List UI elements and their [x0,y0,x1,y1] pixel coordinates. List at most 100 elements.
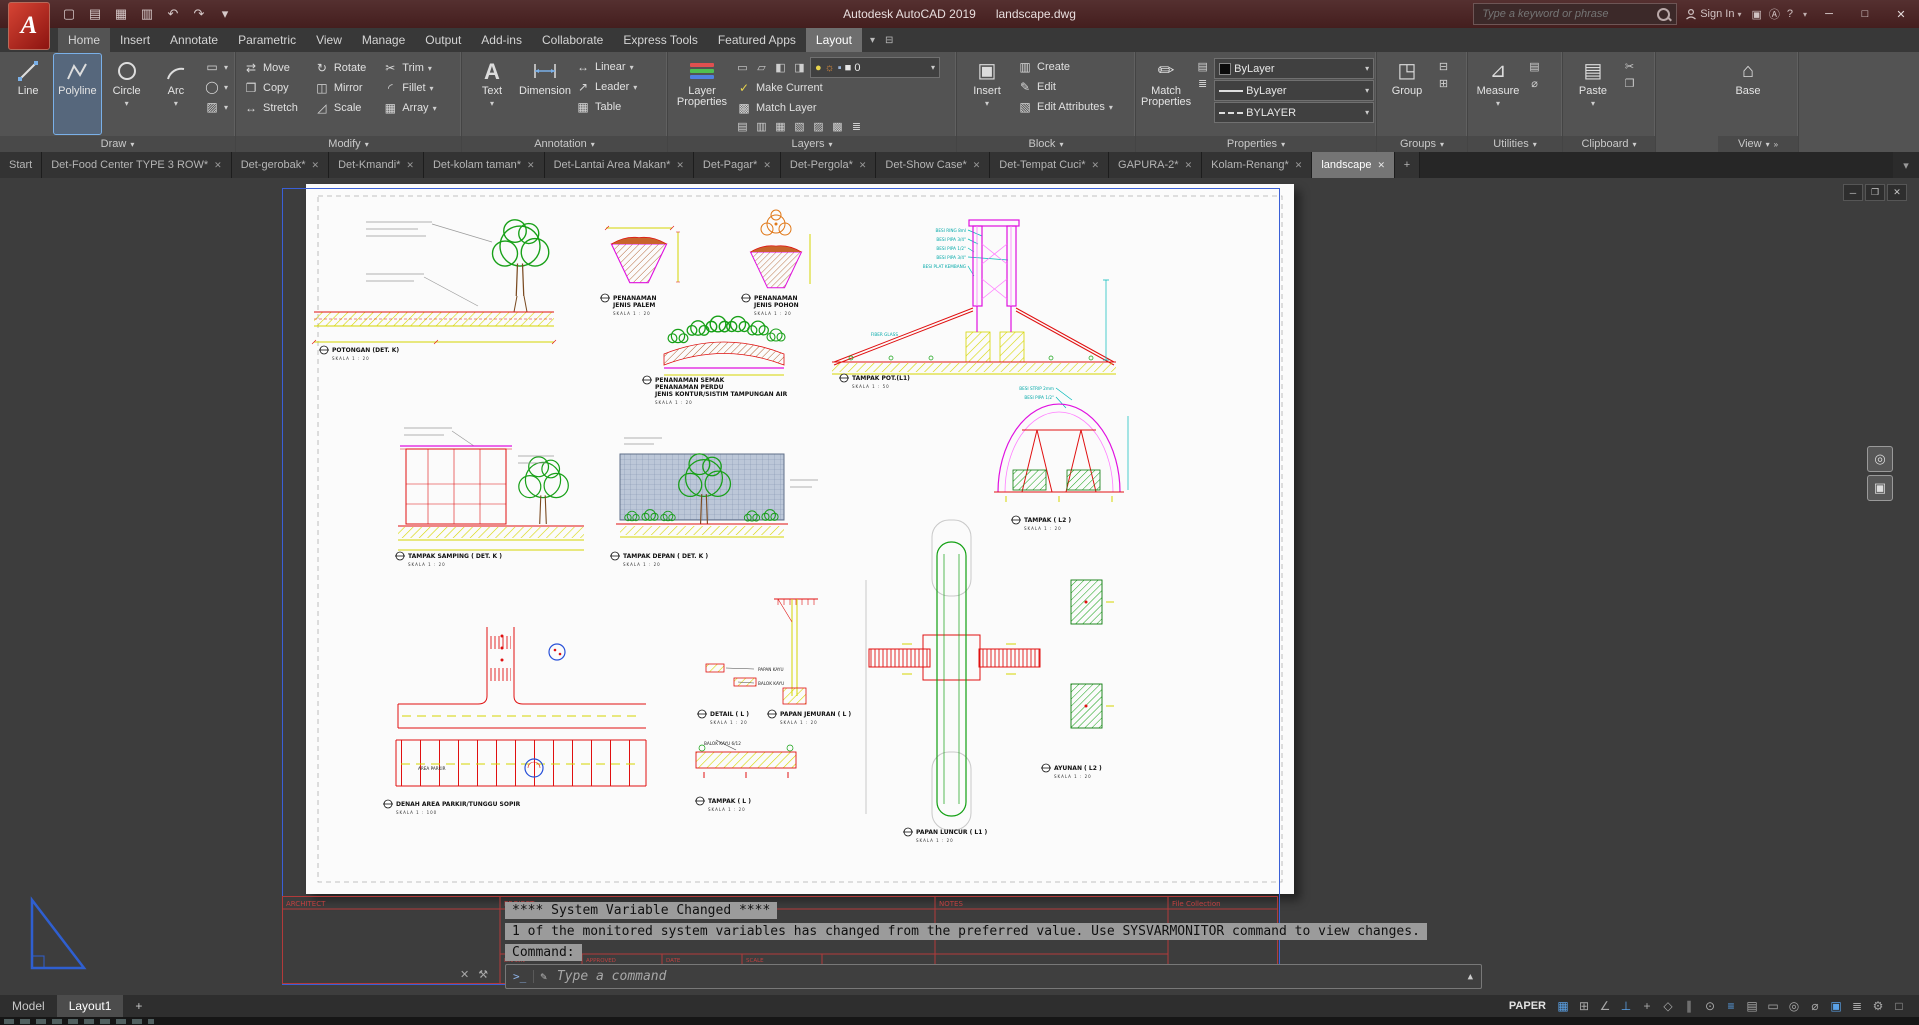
close-tab-icon[interactable]: ✕ [312,160,320,171]
ribbon-display-toggle-icon[interactable]: ⊟ [885,35,893,46]
stay-connected-icon[interactable]: Ⓐ [1767,6,1782,22]
ribbon-tab[interactable]: View [306,28,352,52]
properties-settings-icon[interactable]: ≣ [1194,75,1211,91]
leader-button[interactable]: ↗ Leader ▾ [573,77,639,97]
base-button[interactable]: ⌂ Base [1723,54,1773,134]
app-store-icon[interactable]: ▣ [1749,8,1763,21]
qat-new-button[interactable]: ▢ [58,3,80,25]
search-input[interactable] [1480,7,1653,21]
ortho-icon[interactable]: + [1637,995,1657,1017]
panel-title-layers[interactable]: Layers▾ [668,136,956,152]
close-tab-icon[interactable]: ✕ [527,160,535,171]
text-button[interactable]: A Text ▾ [467,54,517,134]
panel-title-draw[interactable]: Draw▾ [0,136,235,152]
command-input[interactable]: Type a command [557,969,1460,984]
layer-properties-button[interactable]: Layer Properties [673,54,731,134]
layer-tool-5-icon[interactable]: ▨ [810,118,827,134]
document-tab[interactable]: Det-Food Center TYPE 3 ROW* ✕ [42,152,231,178]
transparency-icon[interactable]: ▭ [1763,995,1783,1017]
ribbon-tab[interactable]: Layout [806,28,862,52]
document-tab[interactable]: Kolam-Renang* ✕ [1202,152,1312,178]
layer-off-icon[interactable]: ◨ [791,60,808,76]
close-button[interactable]: ✕ [1887,3,1915,25]
paper-sheet[interactable]: POTONGAN (DET. K)SKALA 1 : 20PENANAMANJE… [306,184,1294,894]
layer-state-icon[interactable]: ▭ [734,60,751,76]
ungroup-icon[interactable]: ⊟ [1435,58,1452,74]
command-expand-icon[interactable]: ▲ [1460,972,1481,982]
document-tab[interactable]: Det-Pagar* ✕ [694,152,781,178]
layer-tool-7-icon[interactable]: ≣ [848,118,865,134]
minimize-button[interactable]: ─ [1815,3,1843,25]
space-toggle[interactable]: PAPER [1509,1000,1546,1012]
application-menu-button[interactable]: A [8,2,50,50]
layout1-tab[interactable]: Layout1 [57,995,124,1017]
ribbon-tab[interactable]: Home [58,28,110,52]
close-tab-icon[interactable]: ✕ [763,160,771,171]
clean-screen-icon[interactable]: □ [1889,995,1909,1017]
layer-tool-1-icon[interactable]: ▤ [734,118,751,134]
match-properties-button[interactable]: ✏ Match Properties [1141,54,1191,134]
modify-button[interactable]: ⇄ Move [241,58,304,78]
document-tab[interactable]: Det-Kmandi* ✕ [329,152,424,178]
qat-open-button[interactable]: ▤ [84,3,106,25]
qat-save-button[interactable]: ▦ [110,3,132,25]
navigation-wheel-icon[interactable]: ◎ [1867,446,1893,472]
paste-button[interactable]: ▤ Paste ▾ [1568,54,1618,134]
linetype-select[interactable]: BYLAYER ▾ [1214,102,1374,123]
drawing-area[interactable]: POTONGAN (DET. K)SKALA 1 : 20PENANAMANJE… [0,178,1919,995]
document-tab[interactable]: Start [0,152,42,178]
panel-title-block[interactable]: Block▾ [957,136,1135,152]
create-block-button[interactable]: ▥ Create [1015,57,1115,77]
autoscale-icon[interactable]: ▣ [1826,995,1846,1017]
modify-button[interactable]: ↻ Rotate [312,58,372,78]
doc-restore-button[interactable]: ❐ [1865,184,1885,201]
document-tab[interactable]: Det-Lantai Area Makan* ✕ [545,152,694,178]
ribbon-tab[interactable]: Insert [110,28,160,52]
circle-button[interactable]: Circle ▾ [104,54,150,134]
insert-block-button[interactable]: ▣ Insert ▾ [962,54,1012,134]
measure-button[interactable]: ⊿ Measure ▾ [1473,54,1523,134]
lineweight-icon[interactable]: ▤ [1742,995,1762,1017]
close-tab-icon[interactable]: ✕ [406,160,414,171]
model-tab[interactable]: Model [0,995,57,1017]
layer-isolate-icon[interactable]: ▱ [753,60,770,76]
line-button[interactable]: Line [5,54,51,134]
polyline-button[interactable]: Polyline [54,54,100,134]
modify-button[interactable]: ◜ Fillet ▾ [380,78,438,98]
close-tab-icon[interactable]: ✕ [214,160,222,171]
document-tab[interactable]: Det-kolam taman* ✕ [424,152,545,178]
help-icon[interactable]: ? [1785,8,1795,20]
qat-redo-button[interactable]: ↷ [188,3,210,25]
new-drawing-button[interactable]: + [1395,152,1420,178]
table-button[interactable]: ▦ Table [573,97,639,117]
snap-icon[interactable]: ⊞ [1574,995,1594,1017]
ribbon-tab[interactable]: Add-ins [471,28,532,52]
new-layout-button[interactable]: + [123,995,154,1017]
panel-title-utilities[interactable]: Utilities▾ [1468,136,1562,152]
draw-small-button[interactable]: ▨ ▾ [202,97,230,117]
annotation-scale-icon[interactable]: ≣ [1847,995,1867,1017]
command-customize-icon[interactable]: ⚒ [478,968,488,981]
doc-close-button[interactable]: ✕ [1887,184,1907,201]
panel-title-clipboard[interactable]: Clipboard▾ [1563,136,1655,152]
ribbon-tab[interactable]: Parametric [228,28,306,52]
osnap-tracking-icon[interactable]: ⊙ [1700,995,1720,1017]
layer-select[interactable]: ● ☼ ▪ ■ 0 ▾ [810,57,940,78]
quick-calc-icon[interactable]: ▤ [1526,58,1543,74]
edit-attributes-button[interactable]: ▧ Edit Attributes ▾ [1015,97,1115,117]
draw-small-button[interactable]: ◯ ▾ [202,77,230,97]
document-tab[interactable]: Det-Show Case* ✕ [876,152,990,178]
panel-title-view[interactable]: View ▾ » [1718,136,1798,152]
ribbon-tab[interactable]: Collaborate [532,28,613,52]
edit-block-button[interactable]: ✎ Edit [1015,77,1115,97]
document-tab[interactable]: landscape ✕ [1312,152,1395,178]
qat-menu-button[interactable]: ▾ [214,3,236,25]
ribbon-tab-caret-icon[interactable]: ▾ [870,35,875,46]
close-tab-icon[interactable]: ✕ [973,160,981,171]
layer-freeze-all-icon[interactable]: ◧ [772,60,789,76]
document-tab[interactable]: Det-gerobak* ✕ [232,152,329,178]
command-line[interactable]: >_ ✎ Type a command ▲ [505,964,1482,989]
modify-button[interactable]: ◿ Scale [312,98,372,118]
annotation-visibility-icon[interactable]: ⌀ [1805,995,1825,1017]
panel-title-annotation[interactable]: Annotation▾ [462,136,667,152]
